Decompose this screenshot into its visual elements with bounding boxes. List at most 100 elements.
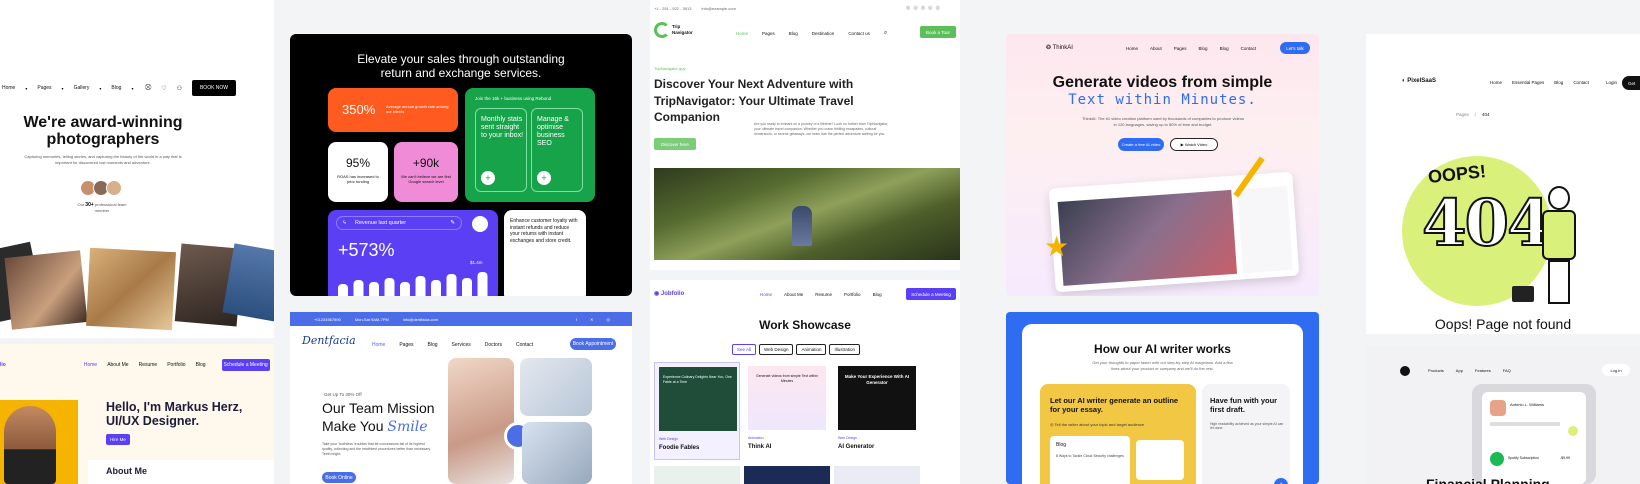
portfolio-nav-blog[interactable]: Blog [196,362,206,368]
arrow-up-icon[interactable]: ↑ [1274,478,1288,484]
pixel-nav-blog[interactable]: Blog [1554,80,1563,85]
portfolio-item[interactable]: Generate videos from simple Text within … [744,362,830,460]
trip-nav-pages[interactable]: Pages [762,31,775,36]
photo-nav: Home ▾ Pages ▾ Gallery ▾ Blog ▾ ⛒ ♡ ⚇ BOOK N… [2,80,272,96]
edit-icon[interactable]: ✎ [450,217,455,230]
login-link[interactable]: Login [1606,80,1617,85]
star-icon: ★ [1044,231,1070,262]
book-appointment-button[interactable]: Book Appointment [570,338,616,350]
dental-nav-services[interactable]: Services [452,342,471,348]
monthly-stats-text: Monthly stats sent straight to your inbo… [481,116,524,139]
trip-phone[interactable]: +1 - 251 - 522 - 3913 [654,6,691,11]
plus-icon[interactable]: + [537,171,551,185]
social-icons[interactable]: ◎◎◎◎◎ [906,5,943,11]
trip-nav-blog[interactable]: Blog [789,31,798,36]
photo-nav-home[interactable]: Home [2,85,15,91]
finance-logo-icon[interactable] [1400,366,1410,376]
topbar-phone[interactable]: +01234567890 [314,317,341,322]
finance-title: Financial Planning [1426,476,1550,484]
user-icon[interactable]: ⚇ [177,85,182,92]
dental-nav-home[interactable]: Home [372,342,385,348]
portfolio-nav-portfolio[interactable]: Portfolio [167,362,185,368]
portfolio-nav-home[interactable]: Home [84,362,97,368]
portfolio-item[interactable]: Experience Culinary Delights Near You, O… [654,362,740,460]
dental-nav-pages[interactable]: Pages [399,342,413,348]
photography-card: Home ▾ Pages ▾ Gallery ▾ Blog ▾ ⛒ ♡ ⚇ BOOK N… [0,0,274,338]
portfolio-item[interactable] [744,466,830,484]
dental-nav-doctors[interactable]: Doctors [485,342,502,348]
schedule-meeting-button[interactable]: Schedule a Meeting [221,359,270,371]
portfolio-item[interactable] [834,466,920,484]
thinkai-nav-about[interactable]: About [1150,46,1162,51]
heart-icon[interactable]: ♡ [161,85,166,92]
portfolio-item[interactable]: Make Your Experience With AI Generator W… [834,362,920,460]
filter-all[interactable]: See All [732,344,757,355]
finance-nav-app[interactable]: App [1456,368,1463,373]
schedule-meeting-button[interactable]: Schedule a Meeting [906,288,956,300]
jobfolio-nav-resume[interactable]: Resume [815,292,832,297]
seo-text: Manage & optimise business SEO [537,116,569,147]
breadcrumb-pages[interactable]: Pages [1456,112,1469,117]
thinkai-nav-home[interactable]: Home [1126,46,1138,51]
jobfolio-nav-home[interactable]: Home [760,292,772,297]
portfolio-logo[interactable]: lio [0,362,6,368]
dental-logo[interactable]: Dentfacia [302,334,356,347]
pixel-logo[interactable]: ◐ PixelSaaS [1402,78,1436,84]
plus-icon[interactable]: + [481,171,495,185]
trip-email[interactable]: info@example.com [701,6,735,11]
book-now-button[interactable]: BOOK NOW [192,80,236,96]
finance-nav-features[interactable]: Features [1475,368,1491,373]
logo-icon: ◉ [654,291,660,297]
finance-nav-products[interactable]: Products [1428,368,1444,373]
dental-nav-blog[interactable]: Blog [428,342,438,348]
pixel-nav-home[interactable]: Home [1490,80,1502,85]
portfolio-nav-resume[interactable]: Resume [139,362,158,368]
book-online-button[interactable]: Book Online [322,472,356,483]
filter-illustration[interactable]: Illustration [829,344,860,355]
finance-nav-faq[interactable]: FAQ [1503,368,1511,373]
jobfolio-nav-about[interactable]: About Me [784,292,803,297]
thinkai-nav-contact[interactable]: Contact [1241,46,1257,51]
thinkai-nav-blog-2[interactable]: Blog [1220,46,1229,51]
lets-talk-button[interactable]: Let's talk [1280,42,1310,54]
revenue-bar [400,282,410,296]
thinkai-nav-blog[interactable]: Blog [1199,46,1208,51]
search-icon[interactable]: ⌕ [884,30,887,37]
jobfolio-logo[interactable]: ◉ Jobfolio [654,290,684,297]
get-started-button[interactable]: Get [1622,76,1640,90]
social-icons[interactable]: f ✕ ◎ [576,317,616,322]
cart-icon[interactable]: ⛒ [145,85,151,92]
item-screenshot: Make Your Experience With AI Generator [838,366,916,430]
create-video-button[interactable]: Create a free AI video [1118,138,1164,151]
person-body [1542,210,1576,260]
person-head [1548,186,1570,210]
photo-nav-pages[interactable]: Pages [37,85,51,91]
filter-web-design[interactable]: Web Design [759,344,794,355]
finance-login-button[interactable]: Log In [1602,364,1630,376]
jobfolio-nav-portfolio[interactable]: Portfolio [844,292,861,297]
trip-nav-destination[interactable]: Destination [812,31,835,36]
jobfolio-nav-blog[interactable]: Blog [873,292,882,297]
trip-topbar: +1 - 251 - 522 - 3913 info@example.com [654,6,736,11]
portfolio-nav-about[interactable]: About Me [107,362,128,368]
pixel-nav-contact[interactable]: Contact [1573,80,1589,85]
topbar-email[interactable]: info@dentfacia.com [403,317,438,322]
photo-nav-blog[interactable]: Blog [111,85,121,91]
hire-me-button[interactable]: Hire Me [106,434,130,445]
photo-nav-gallery[interactable]: Gallery [74,85,90,91]
trip-logo[interactable]: Trip Navigator [672,24,693,36]
discover-button[interactable]: Discover here [654,138,696,150]
filter-animation[interactable]: Animation [796,344,827,355]
pixel-card: ◐ PixelSaaS Home Essential Pages Blog Co… [1366,34,1640,334]
dental-nav-contact[interactable]: Contact [516,342,533,348]
thinkai-logo[interactable]: ❂ ThinkAI [1046,44,1073,51]
trip-nav-home[interactable]: Home [736,31,748,36]
thinkai-nav-pages[interactable]: Pages [1174,46,1187,51]
team-members-text: Our 30+ professional team member [77,202,127,213]
cheetah-photo [86,247,176,331]
book-tour-button[interactable]: Book a Tour [920,26,956,38]
portfolio-item[interactable] [654,466,740,484]
watch-video-button[interactable]: ▶ Watch Video [1170,138,1218,151]
trip-nav-contact[interactable]: Contact us [848,31,870,36]
pixel-nav-essential[interactable]: Essential Pages [1512,80,1544,85]
